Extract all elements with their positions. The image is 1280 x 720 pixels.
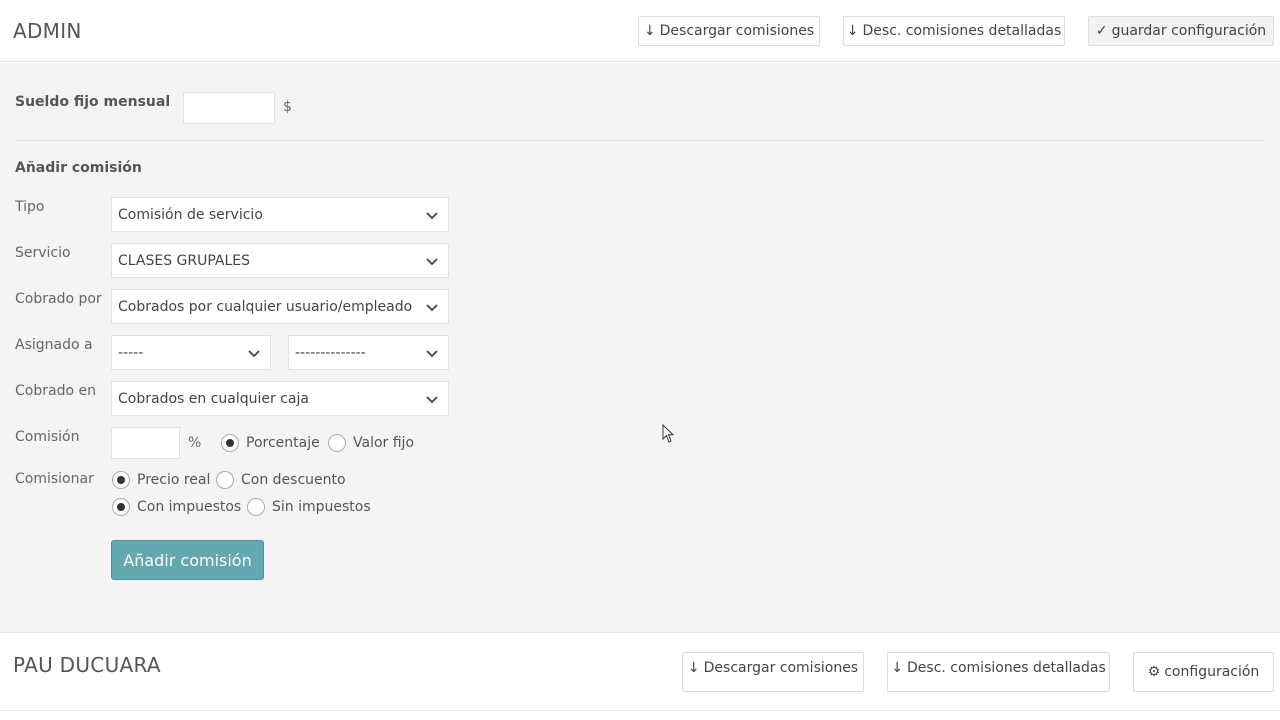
- asignado-a-label: Asignado a: [15, 337, 93, 353]
- cobrado-por-select[interactable]: Cobrados por cualquier usuario/empleado: [111, 289, 449, 324]
- configuration-button-2[interactable]: ⚙ configuración: [1133, 652, 1274, 692]
- chevron-down-icon: [426, 258, 438, 266]
- gear-icon: ⚙: [1147, 664, 1161, 680]
- radio-checked-icon: [112, 471, 130, 489]
- comisionar-label: Comisionar: [15, 471, 94, 487]
- arrow-down-icon: ↓: [643, 23, 656, 39]
- radio-unchecked-icon: [247, 498, 265, 516]
- servicio-label: Servicio: [15, 245, 71, 261]
- chevron-down-icon: [426, 350, 438, 358]
- salary-input[interactable]: [183, 92, 275, 124]
- radio-sin-impuestos[interactable]: Sin impuestos: [247, 498, 371, 516]
- tipo-select[interactable]: Comisión de servicio: [111, 197, 449, 232]
- add-commission-title: Añadir comisión: [15, 160, 142, 176]
- radio-precio-real[interactable]: Precio real: [112, 471, 210, 489]
- section-divider: [15, 140, 1265, 141]
- download-commissions-button[interactable]: ↓ Descargar comisiones: [638, 16, 820, 46]
- mouse-cursor-icon: [662, 424, 675, 443]
- radio-unchecked-icon: [328, 434, 346, 452]
- admin-header: ADMIN ↓ Descargar comisiones ↓ Desc. com…: [0, 0, 1280, 62]
- chevron-down-icon: [426, 304, 438, 312]
- section-separator: [0, 620, 1280, 633]
- radio-valor-fijo[interactable]: Valor fijo: [328, 434, 414, 452]
- chevron-down-icon: [248, 350, 260, 358]
- servicio-select[interactable]: CLASES GRUPALES: [111, 243, 449, 278]
- save-configuration-button[interactable]: ✓ guardar configuración: [1088, 16, 1274, 46]
- cobrado-por-label: Cobrado por: [15, 291, 102, 307]
- comision-input[interactable]: [111, 427, 180, 459]
- chevron-down-icon: [426, 212, 438, 220]
- download-commissions-button-2[interactable]: ↓ Descargar comisiones: [682, 652, 864, 692]
- check-icon: ✓: [1095, 23, 1108, 39]
- download-detailed-commissions-button-2[interactable]: ↓ Desc. comisiones detalladas: [887, 652, 1110, 692]
- radio-porcentaje[interactable]: Porcentaje: [221, 434, 320, 452]
- salary-unit: $: [283, 99, 292, 115]
- arrow-down-icon: ↓: [846, 23, 859, 39]
- chevron-down-icon: [426, 396, 438, 404]
- asignado-a-select-1[interactable]: -----: [111, 335, 271, 370]
- comision-label: Comisión: [15, 429, 80, 445]
- radio-checked-icon: [112, 498, 130, 516]
- comision-unit: %: [188, 435, 202, 451]
- user-name-pau: PAU DUCUARA: [13, 653, 161, 677]
- arrow-down-icon: ↓: [891, 660, 903, 676]
- tipo-label: Tipo: [15, 199, 45, 215]
- download-detailed-commissions-button[interactable]: ↓ Desc. comisiones detalladas: [843, 16, 1065, 46]
- salary-label: Sueldo fijo mensual: [15, 94, 171, 110]
- add-commission-button[interactable]: Añadir comisión: [111, 540, 264, 580]
- radio-con-impuestos[interactable]: Con impuestos: [112, 498, 241, 516]
- user-header-pau: PAU DUCUARA ↓ Descargar comisiones ↓ Des…: [0, 634, 1280, 720]
- arrow-down-icon: ↓: [687, 660, 700, 676]
- asignado-a-select-2[interactable]: --------------: [288, 335, 449, 370]
- radio-con-descuento[interactable]: Con descuento: [216, 471, 346, 489]
- radio-unchecked-icon: [216, 471, 234, 489]
- bottom-divider: [0, 710, 1280, 711]
- user-name-admin: ADMIN: [13, 19, 82, 43]
- radio-checked-icon: [221, 434, 239, 452]
- cobrado-en-select[interactable]: Cobrados en cualquier caja: [111, 381, 449, 416]
- cobrado-en-label: Cobrado en: [15, 383, 96, 399]
